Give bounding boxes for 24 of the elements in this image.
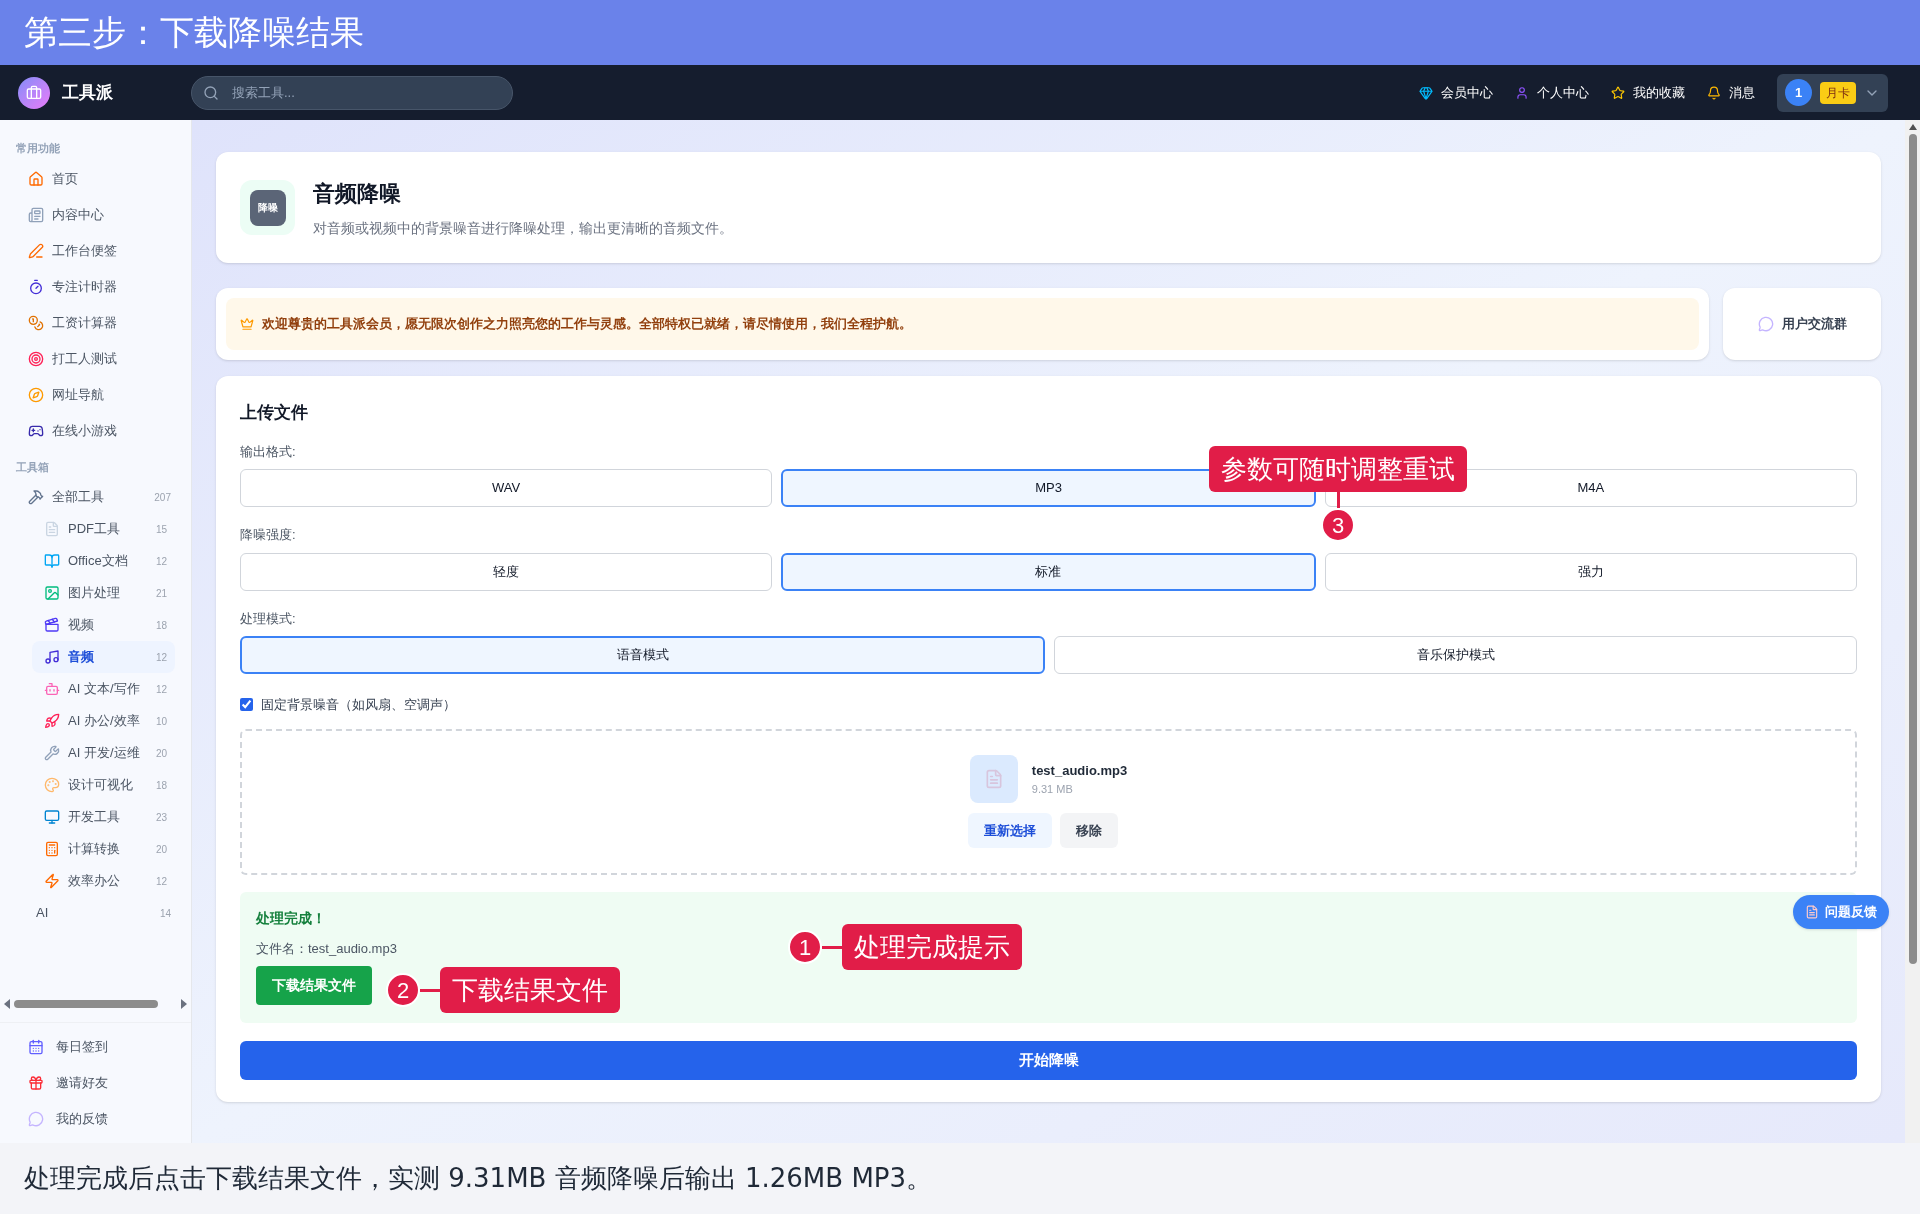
caption-text: 处理完成后点击下载结果文件，实测 9.31MB 音频降噪后输出 1.26MB MP3。 bbox=[24, 1162, 933, 1195]
section-heading: 常用功能 bbox=[16, 141, 60, 156]
number-marker: 3 bbox=[1321, 508, 1355, 542]
banner-title: 第三步：下载降噪结果 bbox=[24, 11, 364, 54]
file-size: 9.31 MB bbox=[1031, 781, 1074, 797]
membership-badge: 月卡 bbox=[1820, 81, 1856, 104]
notice-text: 欢迎尊贵的工具派会员，愿无限次创作之力照亮您的工作与灵感。全部特权已就绪，请尽情使用，我们全程护航。 bbox=[262, 315, 912, 333]
section-heading: 工具箱 bbox=[16, 459, 49, 475]
checkbox-label: 固定背景噪音（如风扇、空调声） bbox=[261, 696, 456, 714]
section-title: 上传文件 bbox=[240, 402, 308, 424]
tool-description: 对音频或视频中的背景噪音进行降噪处理，输出更清晰的音频文件。 bbox=[313, 218, 733, 238]
field-label: 降噪强度: bbox=[240, 526, 296, 544]
annotation-tooltip: 处理完成提示 bbox=[842, 924, 1022, 970]
annotation-tooltip: 下载结果文件 bbox=[440, 967, 620, 1013]
user-avatar: 1 bbox=[1785, 79, 1812, 106]
tool-title: 音频降噪 bbox=[313, 179, 402, 208]
file-name: test_audio.mp3 bbox=[1031, 762, 1128, 780]
annotation-tooltip: 参数可随时调整重试 bbox=[1209, 446, 1467, 492]
result-title: 处理完成！ bbox=[256, 908, 326, 928]
result-filename: 文件名：test_audio.mp3 bbox=[256, 939, 397, 958]
field-label: 输出格式: bbox=[240, 442, 296, 461]
logo-text: 工具派 bbox=[62, 81, 113, 104]
tool-icon: 降噪 bbox=[240, 180, 295, 235]
field-label: 处理模式: bbox=[240, 609, 296, 628]
